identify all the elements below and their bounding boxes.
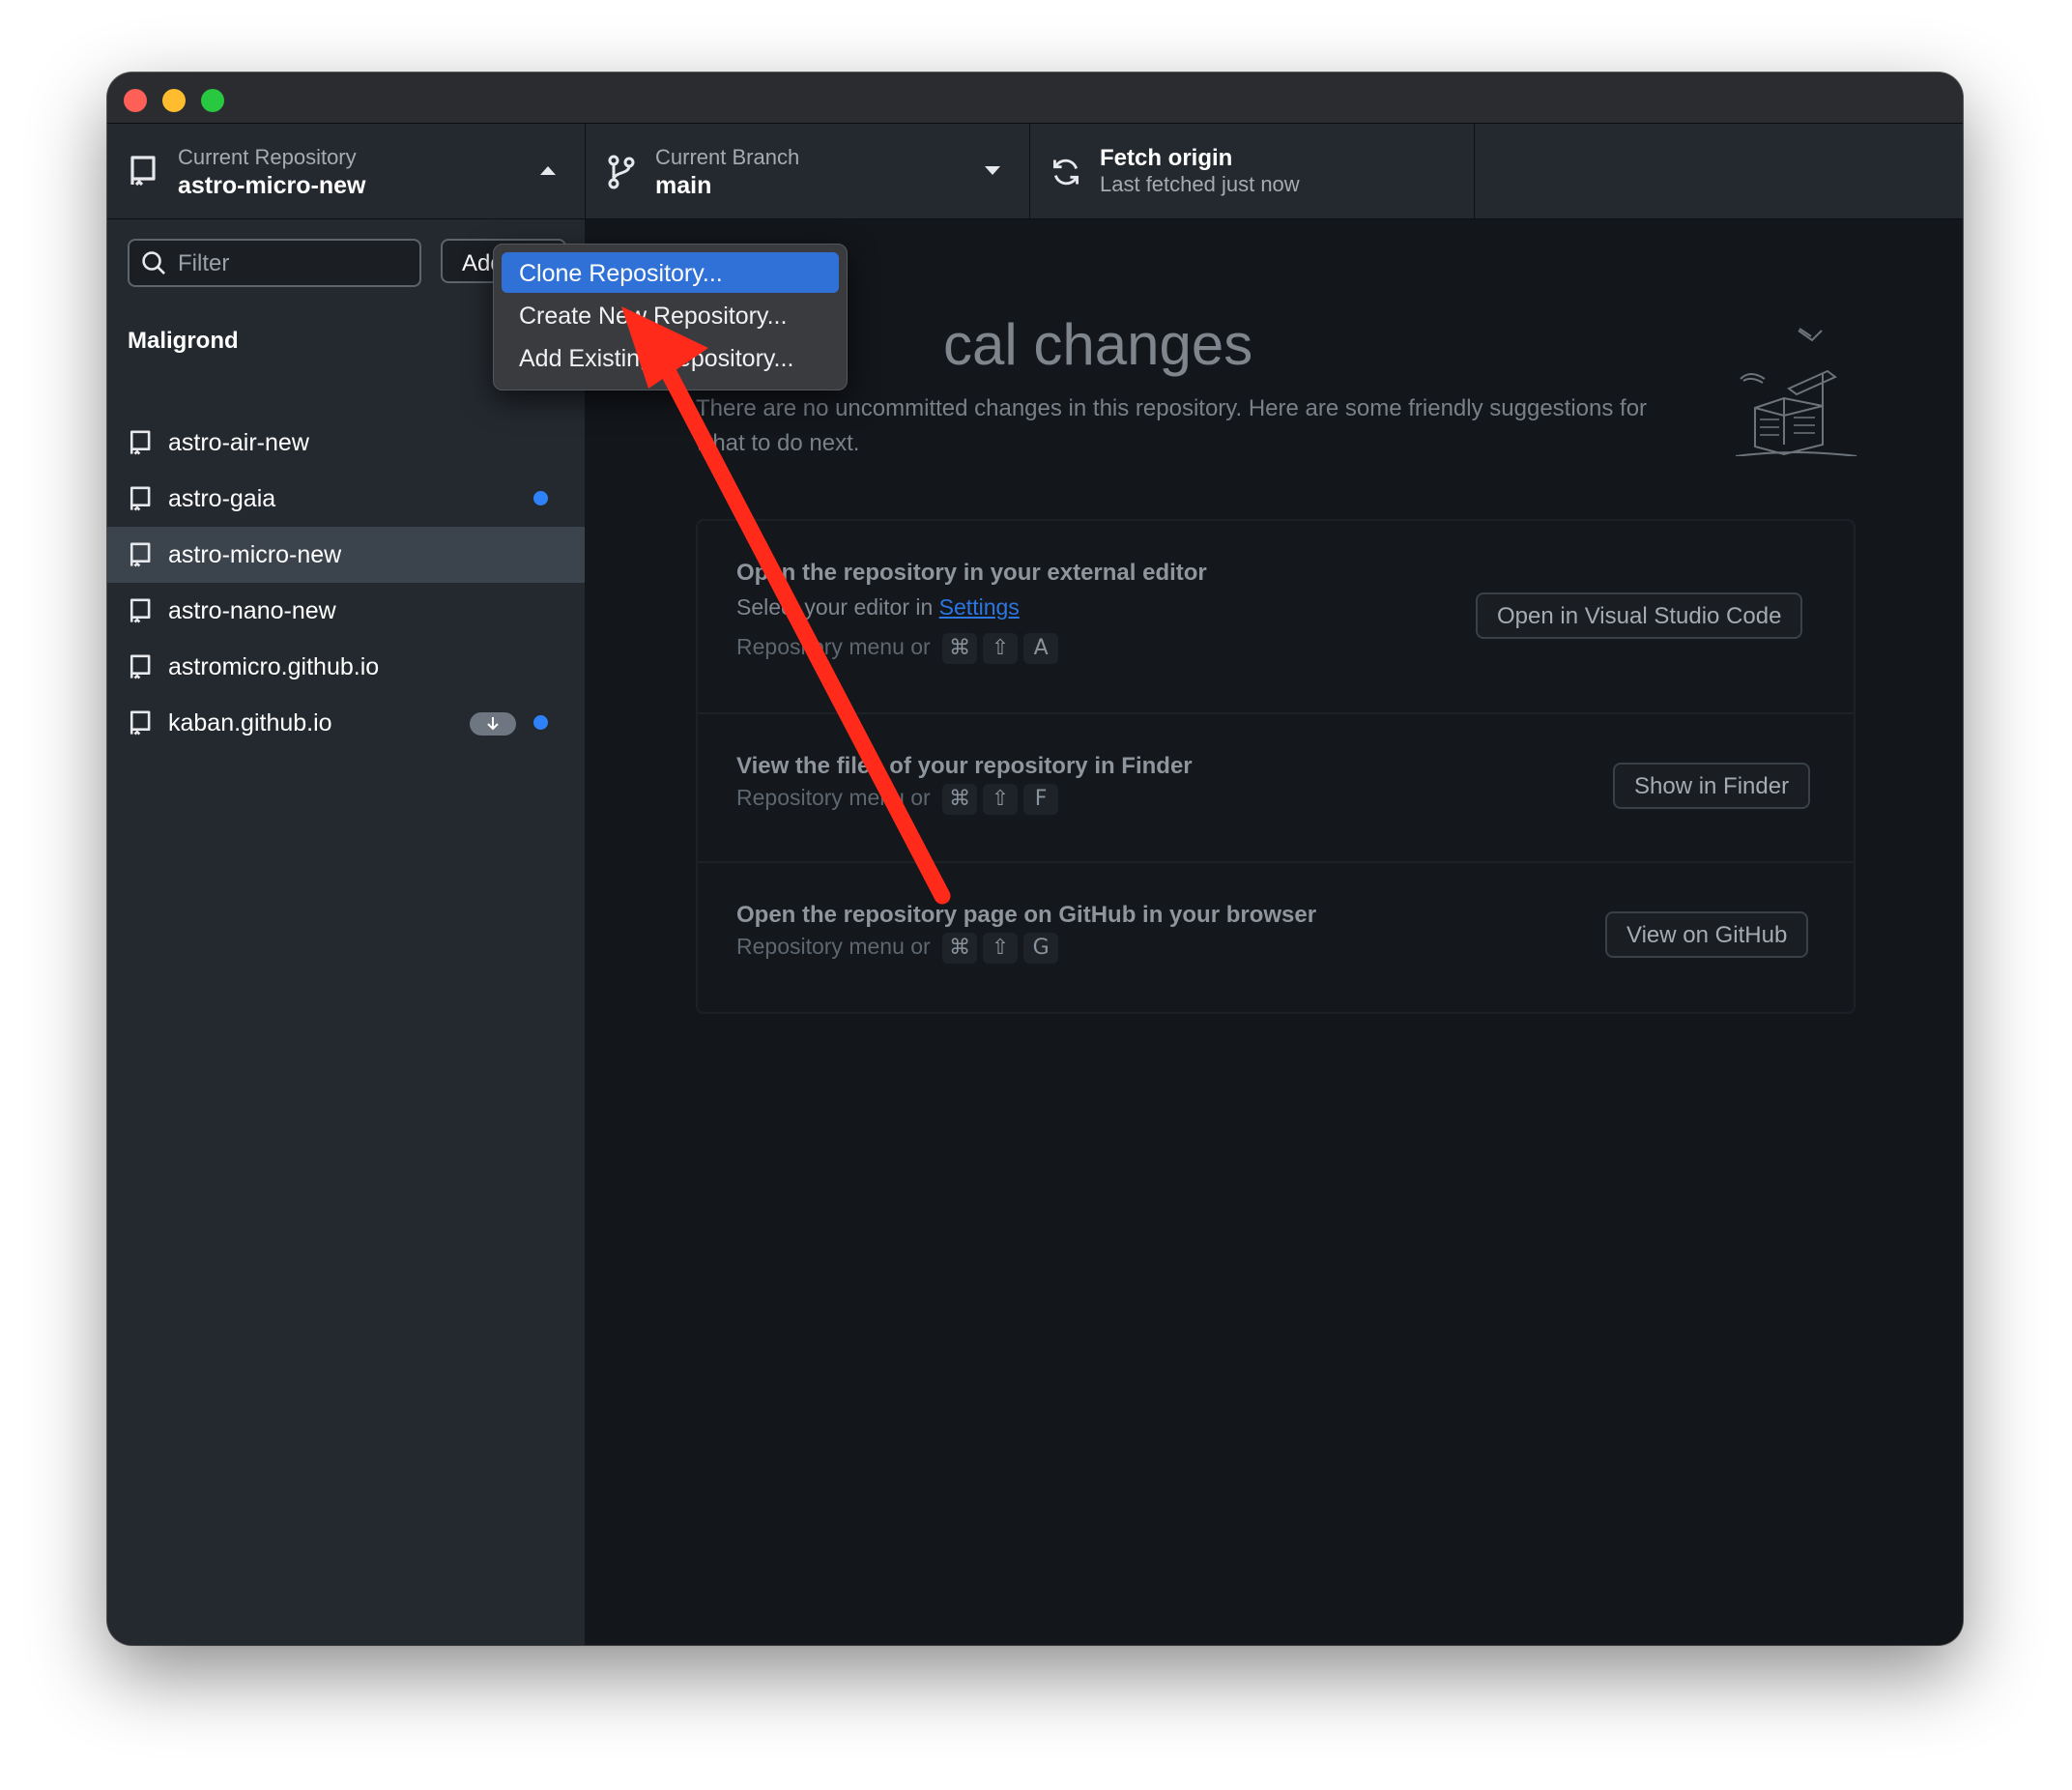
card-subtitle-text: Select your editor in — [736, 594, 939, 620]
suggestion-cards: Open the repository in your external edi… — [696, 519, 1856, 1014]
page-title: cal changes — [943, 312, 1253, 377]
current-repository-button[interactable]: Current Repository astro-micro-new — [107, 124, 586, 218]
repo-name: astro-nano-new — [168, 597, 336, 624]
no-changes-view: cal changes There are no uncommitted cha… — [586, 219, 1963, 1645]
command-key: ⌘ — [942, 633, 978, 664]
app-window: Current Repository astro-micro-new Curre… — [107, 72, 1963, 1645]
sidebar-repo-item[interactable]: astro-micro-new — [107, 527, 585, 583]
card-shortcut-hint: Repository menu or ⌘ ⇧ A — [736, 633, 1059, 664]
filter-input[interactable]: Filter — [128, 239, 421, 287]
uncommitted-changes-indicator — [533, 491, 548, 505]
sidebar-repo-item[interactable]: astromicro.github.io — [107, 639, 585, 695]
card-title: Open the repository page on GitHub in yo… — [736, 902, 1317, 928]
repo-icon — [130, 156, 156, 187]
repo-icon — [130, 486, 151, 511]
github-card: Open the repository page on GitHub in yo… — [698, 863, 1854, 1010]
sidebar-repo-item[interactable]: astro-nano-new — [107, 583, 585, 639]
shortcut-hint-text: Repository menu or — [736, 934, 931, 959]
current-repository-label: Current Repository — [178, 145, 357, 169]
uncommitted-changes-indicator — [533, 715, 548, 730]
card-title: Open the repository in your external edi… — [736, 560, 1207, 586]
current-branch-label: Current Branch — [655, 145, 800, 169]
finder-card: View the files of your repository in Fin… — [698, 714, 1854, 863]
branch-icon — [608, 155, 635, 189]
card-shortcut-hint: Repository menu or ⌘ ⇧ G — [736, 933, 1059, 964]
card-title: View the files of your repository in Fin… — [736, 753, 1193, 779]
add-repository-menu: Clone Repository... Create New Repositor… — [493, 244, 848, 390]
filter-placeholder: Filter — [178, 250, 230, 276]
repo-icon — [130, 654, 151, 679]
repo-name: astro-micro-new — [168, 541, 342, 568]
sidebar-repo-item[interactable]: kaban.github.io — [107, 695, 585, 751]
repo-icon — [130, 710, 151, 736]
sidebar-repo-item[interactable]: astro-air-new — [107, 415, 585, 471]
toolbar: Current Repository astro-micro-new Curre… — [107, 124, 1963, 219]
caret-up-icon — [540, 166, 556, 175]
zoom-window-button[interactable] — [201, 89, 224, 112]
fetch-origin-subtitle: Last fetched just now — [1100, 172, 1300, 196]
empty-state-illustration — [1735, 328, 1857, 456]
menu-item-clone-repository[interactable]: Clone Repository... — [502, 252, 839, 293]
command-key: ⌘ — [942, 784, 978, 815]
fetch-origin-title: Fetch origin — [1100, 145, 1233, 171]
search-icon — [142, 251, 165, 274]
letter-key: G — [1023, 933, 1059, 964]
view-on-github-button[interactable]: View on GitHub — [1605, 911, 1809, 958]
close-window-button[interactable] — [124, 89, 147, 112]
repo-name: astro-gaia — [168, 485, 276, 512]
page-description: There are no uncommitted changes in this… — [696, 395, 1648, 456]
sync-icon — [1053, 159, 1079, 186]
repo-name: astromicro.github.io — [168, 653, 380, 680]
sidebar-repo-item[interactable]: astro-gaia — [107, 471, 585, 527]
command-key: ⌘ — [942, 933, 978, 964]
repo-name: kaban.github.io — [168, 709, 332, 736]
menu-item-add-existing-repository[interactable]: Add Existing Repository... — [502, 337, 839, 378]
card-shortcut-hint: Repository menu or ⌘ ⇧ F — [736, 784, 1059, 815]
shortcut-hint-text: Repository menu or — [736, 785, 931, 810]
minimize-window-button[interactable] — [162, 89, 186, 112]
title-bar — [107, 72, 1963, 124]
shift-key: ⇧ — [983, 784, 1019, 815]
shift-key: ⇧ — [983, 633, 1019, 664]
repository-sidebar: Filter Add Maligrond astro-air-new astro-… — [107, 219, 585, 1645]
repo-icon — [130, 542, 151, 567]
current-branch-button[interactable]: Current Branch main — [585, 124, 1030, 218]
caret-down-icon — [985, 166, 1000, 175]
show-in-finder-button[interactable]: Show in Finder — [1613, 763, 1811, 809]
current-branch-value: main — [655, 172, 712, 199]
current-repository-value: astro-micro-new — [178, 172, 366, 199]
letter-key: A — [1023, 633, 1059, 664]
letter-key: F — [1023, 784, 1059, 815]
external-editor-card: Open the repository in your external edi… — [698, 521, 1854, 714]
pull-arrow-down-icon — [470, 712, 516, 736]
owner-group-title: Maligrond — [128, 328, 239, 354]
shift-key: ⇧ — [983, 933, 1019, 964]
fetch-origin-button[interactable]: Fetch origin Last fetched just now — [1029, 124, 1475, 218]
open-in-editor-button[interactable]: Open in Visual Studio Code — [1476, 592, 1803, 639]
repo-icon — [130, 430, 151, 455]
shortcut-hint-text: Repository menu or — [736, 634, 931, 659]
settings-link[interactable]: Settings — [939, 594, 1020, 620]
menu-item-create-new-repository[interactable]: Create New Repository... — [502, 295, 839, 335]
repo-icon — [130, 598, 151, 623]
repo-name: astro-air-new — [168, 429, 309, 456]
card-subtitle: Select your editor in Settings — [736, 594, 1020, 621]
